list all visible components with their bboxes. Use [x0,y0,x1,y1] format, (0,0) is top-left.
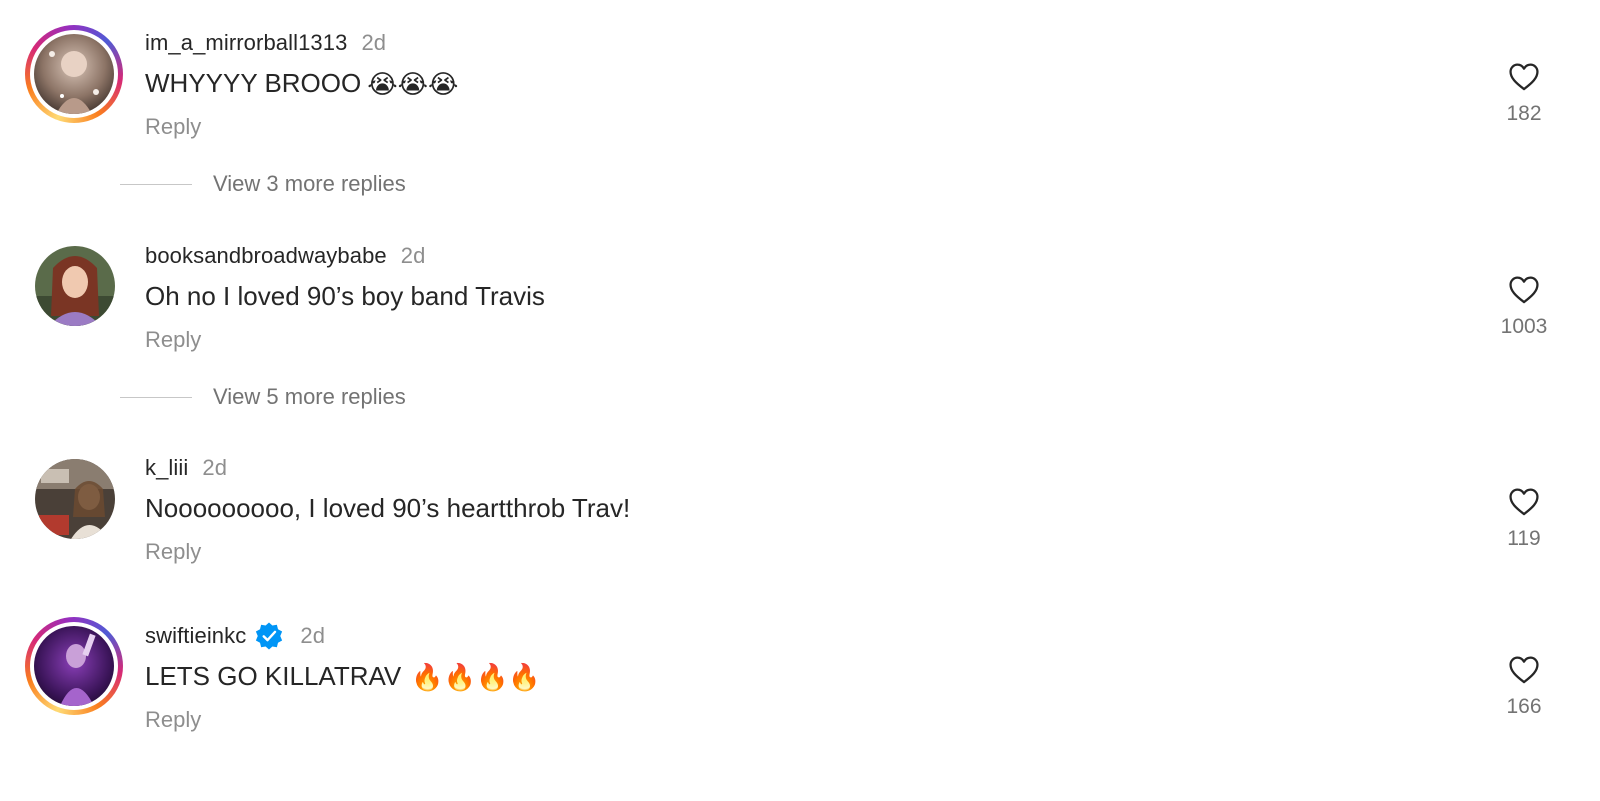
comment-header: k_liii 2d [145,455,227,481]
avatar[interactable] [35,246,115,326]
comment-text: WHYYYY BROOO [145,68,362,98]
like-count: 182 [1506,102,1542,125]
view-more-replies-label: View 3 more replies [213,171,406,196]
avatar-image [34,626,114,706]
fire-emoji: 🔥🔥🔥🔥 [411,661,541,692]
timestamp: 2d [300,623,326,648]
avatar[interactable] [25,25,123,123]
heart-icon[interactable] [1506,653,1542,687]
comment-header: swiftieinkc 2d [145,621,325,651]
timestamp: 2d [202,455,228,480]
username[interactable]: booksandbroadwaybabe [145,243,387,269]
username[interactable]: swiftieinkc [145,623,246,649]
crying-face-emoji: 😭😭😭 [367,68,459,99]
reply-button[interactable]: Reply [145,539,201,565]
username[interactable]: k_liii [145,455,188,481]
reply-button[interactable]: Reply [145,327,201,353]
like-control: 1003 [1484,273,1564,339]
like-control: 166 [1484,653,1564,719]
timestamp: 2d [400,243,426,268]
avatar-image [34,34,114,114]
divider-line [120,396,192,398]
username[interactable]: im_a_mirrorball1313 [145,30,347,56]
comment-text-row: Nooooooooo, I loved 90’s heartthrob Trav… [145,493,630,524]
comment-text: Oh no I loved 90’s boy band Travis [145,281,545,311]
comment-text-row: WHYYYY BROOO 😭😭😭 [145,68,458,99]
heart-icon[interactable] [1506,60,1542,94]
like-count: 1003 [1500,315,1548,338]
comment-text: Nooooooooo, I loved 90’s heartthrob Trav… [145,493,631,523]
view-more-replies[interactable]: View 5 more replies [120,384,406,410]
view-more-replies[interactable]: View 3 more replies [120,171,406,197]
like-control: 182 [1484,60,1564,126]
divider-line [120,183,192,185]
like-count: 119 [1507,527,1541,550]
reply-button[interactable]: Reply [145,707,201,733]
comment-header: booksandbroadwaybabe 2d [145,243,425,269]
verified-badge-icon [256,622,283,650]
heart-icon[interactable] [1506,485,1542,519]
timestamp: 2d [361,30,387,55]
comment-header: im_a_mirrorball1313 2d [145,30,386,56]
view-more-replies-label: View 5 more replies [213,384,406,409]
comment-text-row: Oh no I loved 90’s boy band Travis [145,281,545,312]
like-count: 166 [1506,695,1542,718]
avatar[interactable] [25,617,123,715]
like-control: 119 [1484,485,1564,551]
comment-text-row: LETS GO KILLATRAV 🔥🔥🔥🔥 [145,661,541,692]
avatar[interactable] [35,459,115,539]
heart-icon[interactable] [1506,273,1542,307]
avatar-image [35,459,115,539]
reply-button[interactable]: Reply [145,114,201,140]
avatar-image [35,246,115,326]
comment-text: LETS GO KILLATRAV [145,661,402,691]
